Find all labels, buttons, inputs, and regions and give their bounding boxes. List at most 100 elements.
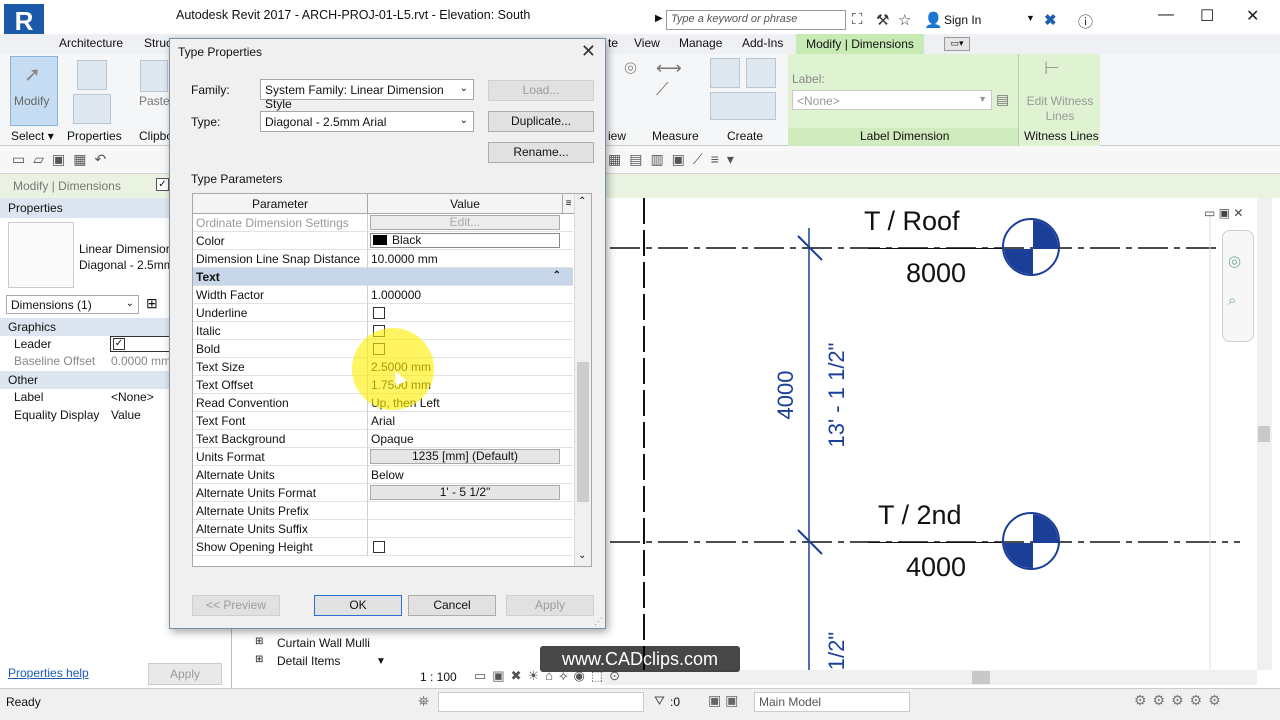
dialog-apply-button[interactable]: Apply xyxy=(506,595,594,616)
parameter-row[interactable]: Color Black xyxy=(193,232,573,250)
level-roof-name[interactable]: T / Roof xyxy=(864,206,960,237)
witness-lines-icon[interactable]: ⊢ xyxy=(1044,58,1060,79)
app-menu-button[interactable]: R xyxy=(4,4,44,38)
level-2nd-bubble-icon[interactable] xyxy=(1002,512,1060,570)
tab-annotate[interactable]: te xyxy=(608,36,618,50)
vertical-scroll-thumb[interactable] xyxy=(1258,426,1270,442)
ok-button[interactable]: OK xyxy=(314,595,402,616)
edit-witness-lines-button[interactable]: Edit Witness Lines xyxy=(1024,94,1096,124)
minimize-button[interactable]: — xyxy=(1158,6,1174,24)
type-dropdown[interactable]: Diagonal - 2.5mm Arial ⌄ xyxy=(260,111,474,132)
horizontal-scrollbar[interactable] xyxy=(600,670,1257,685)
measure-icon[interactable]: ⟷ ⟋ xyxy=(656,58,692,120)
parameter-value[interactable]: Below xyxy=(371,468,563,482)
duplicate-button[interactable]: Duplicate... xyxy=(488,111,594,132)
parameter-row[interactable]: Show Opening Height xyxy=(193,538,573,556)
parameter-value[interactable]: Arial xyxy=(371,414,563,428)
sign-in-button[interactable]: Sign In xyxy=(944,13,981,27)
instance-filter-dropdown[interactable]: Dimensions (1) ⌄ xyxy=(6,295,139,314)
parameter-value[interactable]: 10.0000 mm xyxy=(371,252,563,266)
properties-large-icon[interactable] xyxy=(77,60,107,90)
parameter-row[interactable]: Width Factor 1.000000 xyxy=(193,286,573,304)
horizontal-scroll-thumb[interactable] xyxy=(972,671,990,684)
scroll-up-icon[interactable]: ⌃ xyxy=(578,196,586,207)
navigation-bar[interactable] xyxy=(1222,230,1254,342)
rename-button[interactable]: Rename... xyxy=(488,142,594,163)
tab-manage[interactable]: Manage xyxy=(679,36,722,50)
dimension-mm-text[interactable]: 4000 xyxy=(773,347,799,443)
tab-view[interactable]: View xyxy=(634,36,660,50)
design-options-icon[interactable]: ▣ ▣ xyxy=(708,692,738,709)
grid-scroll-thumb[interactable] xyxy=(577,362,589,502)
parameter-row[interactable]: Alternate Units Below xyxy=(193,466,573,484)
properties-apply-button[interactable]: Apply xyxy=(148,663,222,685)
browser-item-curtain-wall[interactable]: Curtain Wall Mulli xyxy=(277,636,370,650)
chevron-down-icon[interactable]: ▼ xyxy=(1026,13,1035,23)
parameter-value[interactable]: Opaque xyxy=(371,432,563,446)
parameter-checkbox[interactable] xyxy=(373,541,385,553)
parameter-row[interactable]: Alternate Units Format 1' - 5 1/2" xyxy=(193,484,573,502)
scroll-down-icon[interactable]: ⌄ xyxy=(578,550,586,561)
grid-scrollbar[interactable]: ⌃ ⌄ xyxy=(574,194,591,566)
parameter-checkbox[interactable] xyxy=(373,307,385,319)
leader-checkbox[interactable]: ✓ xyxy=(113,338,125,350)
level-2nd-name[interactable]: T / 2nd xyxy=(878,500,962,531)
dimension-imperial-text[interactable]: 13' - 1 1/2" xyxy=(824,320,850,470)
parameter-row[interactable]: Text Font Arial xyxy=(193,412,573,430)
load-button[interactable]: Load... xyxy=(488,80,594,101)
prop-label-value[interactable]: <None> xyxy=(111,388,154,406)
worksharing-icon[interactable]: ⛯ xyxy=(418,693,429,710)
design-option-dropdown[interactable]: Main Model xyxy=(754,692,910,712)
tab-architecture[interactable]: Architecture xyxy=(59,36,123,50)
dimension-partial-text[interactable]: 1/2" xyxy=(824,626,850,676)
family-dropdown[interactable]: System Family: Linear Dimension Style ⌄ xyxy=(260,79,474,111)
parameter-value[interactable]: 1.000000 xyxy=(371,288,563,302)
column-header-value[interactable]: Value xyxy=(368,194,562,214)
help-icon[interactable]: ⓘ xyxy=(1078,11,1093,32)
tab-modify-dimensions[interactable]: Modify | Dimensions xyxy=(796,34,924,54)
status-selection-icons[interactable]: ⚙⚙⚙⚙⚙ xyxy=(1134,692,1227,709)
label-dropdown[interactable]: <None> ▼ xyxy=(792,90,992,110)
prop-leader-value[interactable]: ✓ xyxy=(110,336,170,352)
exchange-icon[interactable]: ✖ xyxy=(1044,11,1057,29)
tab-add-ins[interactable]: Add-Ins xyxy=(742,36,783,50)
parameter-row[interactable]: Units Format 1235 [mm] (Default) xyxy=(193,448,573,466)
preview-button[interactable]: << Preview xyxy=(192,595,280,616)
label-edit-icon[interactable]: ▤ xyxy=(996,91,1009,108)
parameter-group-header[interactable]: Text ⌃ xyxy=(193,268,573,286)
quick-access-icons[interactable]: ▭▱▣▦↶ xyxy=(12,151,114,168)
parameter-row[interactable]: Dimension Line Snap Distance 10.0000 mm xyxy=(193,250,573,268)
view-window-controls[interactable]: ▭ ▣ ✕ xyxy=(1204,206,1243,220)
parameter-row[interactable]: Underline xyxy=(193,304,573,322)
view-scale[interactable]: 1 : 100 xyxy=(420,670,457,684)
resize-grip-icon[interactable]: ⋰ xyxy=(594,616,603,627)
collapse-icon[interactable]: ⌃ xyxy=(553,270,561,281)
tab-structure[interactable]: Struc xyxy=(144,36,172,50)
dialog-close-button[interactable]: ✕ xyxy=(581,41,596,62)
column-header-parameter[interactable]: Parameter xyxy=(193,194,368,214)
steering-wheel-icon[interactable]: ◎ xyxy=(1228,252,1241,270)
select-dropdown[interactable]: Select ▾ xyxy=(11,129,54,143)
paste-icon[interactable] xyxy=(140,60,168,92)
color-value-field[interactable]: Black xyxy=(370,233,560,248)
parameter-value-button[interactable]: 1' - 5 1/2" xyxy=(370,485,560,500)
properties-help-link[interactable]: Properties help xyxy=(8,666,89,680)
options-checkbox[interactable]: ✓ xyxy=(156,178,169,191)
create-parts-icon[interactable] xyxy=(710,92,776,120)
maximize-button[interactable]: ☐ xyxy=(1200,6,1214,26)
create-assembly-icon[interactable] xyxy=(746,58,776,88)
parameter-row[interactable]: Ordinate Dimension Settings Edit... xyxy=(193,214,573,232)
create-group-icon[interactable] xyxy=(710,58,740,88)
expand-icon[interactable]: ⊞ xyxy=(255,636,263,647)
tools-icon[interactable]: ⚒ xyxy=(876,11,889,29)
cancel-button[interactable]: Cancel xyxy=(408,595,496,616)
star-icon[interactable]: ☆ xyxy=(898,11,911,29)
filter-icon[interactable]: ⛛ xyxy=(654,693,665,709)
view-control-icons[interactable]: ▦▤▥▣⟋≡▾ xyxy=(608,151,742,168)
ribbon-toggle-button[interactable]: ▭▾ xyxy=(944,37,970,51)
expand-icon[interactable]: ⊞ xyxy=(255,654,263,665)
parameter-value-button[interactable]: 1235 [mm] (Default) xyxy=(370,449,560,464)
zoom-icon[interactable]: ⌕ xyxy=(1228,292,1236,309)
chevron-right-icon[interactable]: ▶ xyxy=(655,13,663,24)
view-tools-icon[interactable]: ◎ xyxy=(624,58,637,76)
